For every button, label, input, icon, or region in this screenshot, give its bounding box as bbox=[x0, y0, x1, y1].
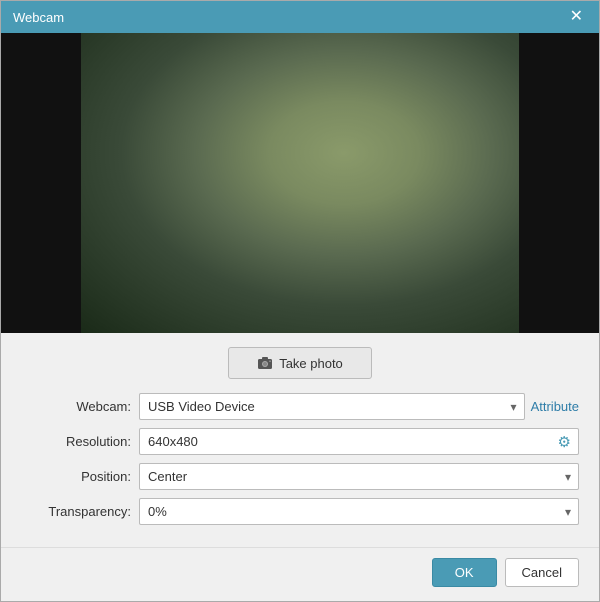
camera-view bbox=[1, 33, 599, 333]
webcam-select-wrap: USB Video Device ▾ bbox=[139, 393, 525, 420]
position-wrap: Center Top Left Top Right Bottom Left Bo… bbox=[139, 463, 579, 490]
webcam-row: Webcam: USB Video Device ▾ Attribute bbox=[21, 393, 579, 420]
cancel-button[interactable]: Cancel bbox=[505, 558, 579, 587]
camera-right-border bbox=[519, 33, 599, 333]
take-photo-label: Take photo bbox=[279, 356, 343, 371]
camera-feed bbox=[81, 33, 519, 333]
position-row: Position: Center Top Left Top Right Bott… bbox=[21, 463, 579, 490]
resolution-input[interactable] bbox=[139, 428, 579, 455]
webcam-label: Webcam: bbox=[21, 399, 131, 414]
resolution-label: Resolution: bbox=[21, 434, 131, 449]
attribute-link[interactable]: Attribute bbox=[531, 399, 579, 414]
camera-icon bbox=[257, 355, 273, 371]
gear-icon[interactable]: ⚙ bbox=[558, 433, 571, 451]
controls-area: Take photo Webcam: USB Video Device ▾ At… bbox=[1, 333, 599, 547]
camera-left-border bbox=[1, 33, 81, 333]
transparency-select[interactable]: 0% 10% 20% 30% 40% 50% bbox=[139, 498, 579, 525]
footer: OK Cancel bbox=[1, 547, 599, 601]
transparency-label: Transparency: bbox=[21, 504, 131, 519]
dialog-title: Webcam bbox=[13, 10, 64, 25]
close-button[interactable]: ✕ bbox=[566, 7, 587, 27]
resolution-row: Resolution: ⚙ bbox=[21, 428, 579, 455]
webcam-dialog: Webcam ✕ Take photo Webcam: bbox=[0, 0, 600, 602]
position-select[interactable]: Center Top Left Top Right Bottom Left Bo… bbox=[139, 463, 579, 490]
transparency-wrap: 0% 10% 20% 30% 40% 50% ▾ bbox=[139, 498, 579, 525]
resolution-wrap: ⚙ bbox=[139, 428, 579, 455]
transparency-row: Transparency: 0% 10% 20% 30% 40% 50% ▾ bbox=[21, 498, 579, 525]
webcam-select[interactable]: USB Video Device bbox=[139, 393, 525, 420]
title-bar: Webcam ✕ bbox=[1, 1, 599, 33]
take-photo-button[interactable]: Take photo bbox=[228, 347, 372, 379]
position-label: Position: bbox=[21, 469, 131, 484]
ok-button[interactable]: OK bbox=[432, 558, 497, 587]
take-photo-row: Take photo bbox=[21, 347, 579, 379]
